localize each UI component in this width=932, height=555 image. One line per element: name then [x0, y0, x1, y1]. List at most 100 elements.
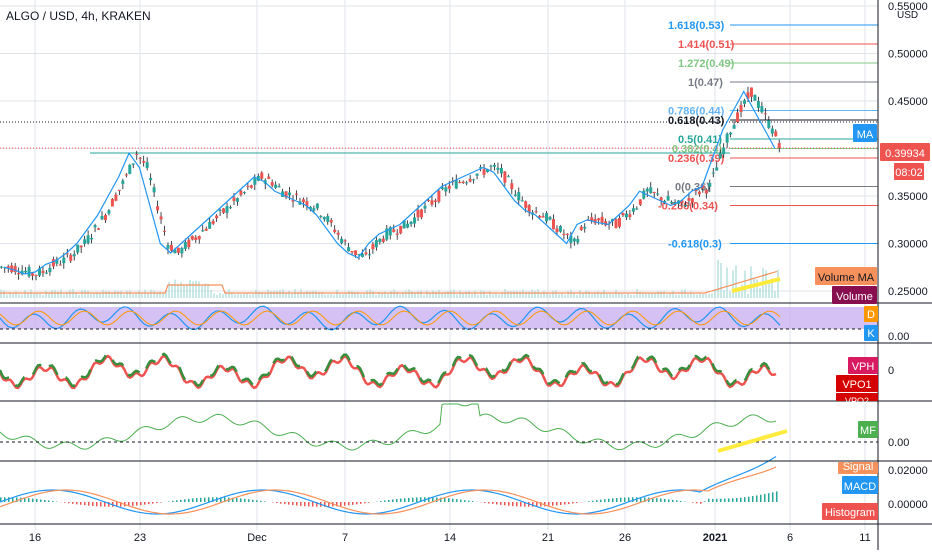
mf-tag: MF: [860, 425, 876, 437]
chart-canvas[interactable]: ALGO / USD, 4h, KRAKEN USD 1.618(0.53)1.…: [0, 0, 932, 550]
candle-body: [708, 183, 711, 187]
volume-bar: [249, 295, 251, 298]
volume-bar: [522, 289, 524, 298]
time-axis-label: 14: [444, 532, 456, 544]
macd-histogram-bar: [28, 498, 30, 502]
macd-histogram-bar: [744, 497, 746, 502]
volume-bar: [213, 293, 215, 298]
macd-histogram-bar: [664, 499, 666, 502]
volume-bar: [132, 294, 134, 298]
volume-bar: [120, 291, 122, 298]
volume-bar: [375, 295, 377, 298]
macd-histogram-bar: [448, 498, 450, 502]
macd-histogram-bar: [236, 498, 238, 502]
volume-bar: [105, 291, 107, 298]
volume-bar: [531, 289, 533, 298]
macd-histogram-bar: [716, 499, 718, 502]
macd-axis-zero: 0.00000: [888, 499, 928, 511]
volume-bar: [753, 278, 755, 298]
volume-bar: [606, 294, 608, 298]
candle-body: [243, 192, 246, 193]
last-price-tag: 0.39934: [885, 148, 925, 160]
volume-bar: [30, 289, 32, 298]
volume-bar: [264, 294, 266, 298]
volume-bar: [210, 290, 212, 298]
candle-body: [410, 222, 413, 225]
volume-bar: [726, 268, 728, 298]
macd-histogram-bar: [616, 498, 618, 502]
candle-body: [28, 267, 31, 276]
volume-bar: [696, 295, 698, 298]
volume-bar: [546, 293, 548, 298]
candle-body: [455, 180, 458, 188]
volume-bar: [363, 294, 365, 298]
trend-line-mf[interactable]: [718, 431, 787, 451]
macd-histogram-bar: [244, 499, 246, 502]
volume-bar: [252, 294, 254, 298]
candle-body: [48, 268, 51, 272]
candle-body: [521, 200, 524, 201]
volume-bar: [450, 290, 452, 298]
time-axis-label: 7: [342, 532, 348, 544]
candle-body: [333, 230, 336, 232]
volume-bar: [348, 290, 350, 298]
macd-histogram-bar: [148, 502, 150, 504]
candle-body: [375, 240, 378, 247]
volume-bar: [747, 294, 749, 298]
price-axis-label: 0.50000: [888, 49, 928, 61]
candle-body: [222, 208, 225, 212]
grid-lines: [0, 0, 878, 530]
candle-body: [684, 205, 687, 206]
macd-histogram-bar: [396, 499, 398, 502]
candle-body: [465, 182, 468, 183]
candle-body: [121, 181, 124, 184]
volume-bar: [330, 294, 332, 298]
macd-histogram-bar: [192, 498, 194, 502]
macd-histogram-bar: [256, 500, 258, 502]
candle-body: [635, 208, 638, 209]
candle-body: [667, 196, 670, 200]
candle-body: [180, 248, 183, 253]
volume-bar: [90, 294, 92, 298]
macd-histogram-bar: [764, 494, 766, 502]
volume-bar: [687, 294, 689, 298]
candle-body: [347, 247, 350, 251]
candle-body: [212, 221, 215, 224]
macd-histogram-bar: [708, 499, 710, 502]
macd-histogram-bar: [308, 502, 310, 506]
fib-retracement[interactable]: 1.618(0.53)1.414(0.51)1.272(0.49)1(0.47)…: [0, 20, 878, 251]
macd-histogram-bar: [284, 502, 286, 504]
volume-bar: [267, 289, 269, 298]
candle-body: [430, 200, 433, 204]
volume-bar: [612, 294, 614, 298]
candle-body: [444, 187, 447, 191]
candle-body: [698, 192, 701, 195]
volume-bar: [168, 282, 170, 298]
time-axis-label: 11: [859, 532, 870, 544]
macd-histogram-bar: [152, 502, 154, 504]
volume-bar: [237, 294, 239, 298]
chart-root[interactable]: ALGO / USD, 4h, KRAKEN USD 1.618(0.53)1.…: [0, 0, 932, 550]
price-axis-label: 0.45000: [888, 96, 928, 108]
macd-histogram-bar: [608, 499, 610, 502]
macd-histogram-bar: [624, 497, 626, 502]
volume-bar: [474, 291, 476, 298]
macd-histogram-bar: [752, 496, 754, 502]
macd-histogram-bar: [156, 502, 158, 503]
fib-level-label: 1.414(0.51): [678, 39, 735, 51]
volume-bar: [345, 294, 347, 298]
volume-bar: [186, 284, 188, 298]
volume-bar: [501, 293, 503, 298]
time-axis[interactable]: 1623Dec71421262021611: [29, 532, 871, 544]
candle-body: [62, 258, 65, 264]
macd-histogram-bar: [672, 500, 674, 502]
candle-body: [493, 165, 496, 167]
macd-histogram-bar: [512, 502, 514, 506]
volume-bar: [39, 294, 41, 298]
fib-level-label: 1.618(0.53): [668, 20, 725, 32]
volume-bar: [366, 290, 368, 298]
volume-bar: [27, 294, 29, 298]
volume-bar: [93, 294, 95, 298]
macd-histogram-bar: [748, 497, 750, 502]
k-tag: K: [867, 328, 875, 340]
